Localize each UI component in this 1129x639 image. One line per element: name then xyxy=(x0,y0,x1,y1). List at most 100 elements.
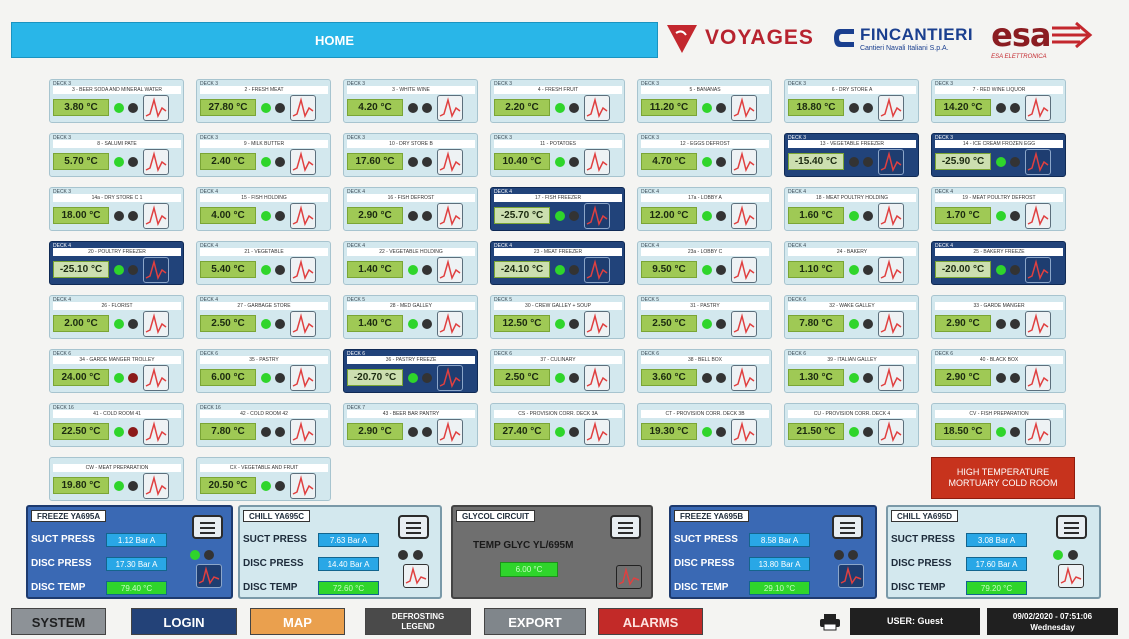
trend-chart-icon[interactable] xyxy=(143,473,169,499)
trend-chart-icon[interactable] xyxy=(731,203,757,229)
trend-chart-icon[interactable] xyxy=(1025,365,1051,391)
cold-room-tile[interactable]: DECK 6 40 - BLACK BOX 2.90 °C xyxy=(931,349,1066,393)
cold-room-tile[interactable]: DECK 4 18 - MEAT POULTRY HOLDING 1.60 °C xyxy=(784,187,919,231)
trend-chart-icon[interactable] xyxy=(1025,311,1051,337)
trend-chart-icon[interactable] xyxy=(290,473,316,499)
cold-room-tile[interactable]: DECK 6 36 - PASTRY FREEZE -20.70 °C xyxy=(343,349,478,393)
cold-room-tile[interactable]: DECK 16 42 - COLD ROOM 42 7.80 °C xyxy=(196,403,331,447)
trend-chart-icon[interactable] xyxy=(143,203,169,229)
cold-room-tile[interactable]: DECK 33 - WHITE WINE 4.20 °C xyxy=(343,79,478,123)
cold-room-tile[interactable]: DECK 6 32 - WAKE GALLEY 7.80 °C xyxy=(784,295,919,339)
cold-room-tile[interactable]: DECK 39 - MILK BUTTER 2.40 °C xyxy=(196,133,331,177)
trend-chart-icon[interactable] xyxy=(437,149,463,175)
trend-chart-icon[interactable] xyxy=(1025,149,1051,175)
printer-icon[interactable] xyxy=(819,613,841,631)
cold-room-tile[interactable]: CU - PROVISION CORR. DECK 4 21.50 °C xyxy=(784,403,919,447)
cold-room-tile[interactable]: DECK 5 28 - MED GALLEY 1.40 °C xyxy=(343,295,478,339)
trend-chart-icon[interactable] xyxy=(143,419,169,445)
cold-room-tile[interactable]: DECK 3 14a - DRY STORE C 1 18.00 °C xyxy=(49,187,184,231)
trend-chart-icon[interactable] xyxy=(731,311,757,337)
cold-room-tile[interactable]: DECK 32 - FRESH MEAT 27.80 °C xyxy=(196,79,331,123)
map-button[interactable]: MAP xyxy=(250,608,345,635)
home-button[interactable]: HOME xyxy=(11,22,658,58)
cold-room-tile[interactable]: DECK 36 - DRY STORE A 18.80 °C xyxy=(784,79,919,123)
cold-room-tile[interactable]: DECK 38 - SALUMI PATE 5.70 °C xyxy=(49,133,184,177)
trend-chart-icon[interactable] xyxy=(584,365,610,391)
menu-icon[interactable] xyxy=(610,515,641,539)
trend-chart-icon[interactable] xyxy=(731,149,757,175)
cold-room-tile[interactable]: DECK 16 41 - COLD ROOM 41 22.50 °C xyxy=(49,403,184,447)
trend-chart-icon[interactable] xyxy=(437,419,463,445)
cold-room-tile[interactable]: DECK 6 39 - ITALIAN GALLEY 1.30 °C xyxy=(784,349,919,393)
trend-chart-icon[interactable] xyxy=(838,564,864,588)
cold-room-tile[interactable]: DECK 6 35 - PASTRY 6.00 °C xyxy=(196,349,331,393)
cold-room-tile[interactable]: DECK 4 19 - MEAT POULTRY DEFROST 1.70 °C xyxy=(931,187,1066,231)
cold-room-tile[interactable]: DECK 4 16 - FISH DEFROST 2.90 °C xyxy=(343,187,478,231)
cold-room-tile[interactable]: DECK 3 12 - EGGS DEFROST 4.70 °C xyxy=(637,133,772,177)
trend-chart-icon[interactable] xyxy=(731,419,757,445)
cold-room-tile[interactable]: DECK 35 - BANANAS 11.20 °C xyxy=(637,79,772,123)
cold-room-tile[interactable]: CT - PROVISION CORR. DECK 3B 19.30 °C xyxy=(637,403,772,447)
trend-chart-icon[interactable] xyxy=(290,257,316,283)
trend-chart-icon[interactable] xyxy=(584,311,610,337)
cold-room-tile[interactable]: DECK 3 10 - DRY STORE B 17.60 °C xyxy=(343,133,478,177)
cold-room-tile[interactable]: DECK 4 23a - LOBBY C 9.50 °C xyxy=(637,241,772,285)
trend-chart-icon[interactable] xyxy=(143,311,169,337)
trend-chart-icon[interactable] xyxy=(143,95,169,121)
menu-icon[interactable] xyxy=(832,515,863,539)
trend-chart-icon[interactable] xyxy=(878,419,904,445)
trend-chart-icon[interactable] xyxy=(584,149,610,175)
cold-room-tile[interactable]: DECK 4 17 - FISH FREEZER -25.70 °C xyxy=(490,187,625,231)
trend-chart-icon[interactable] xyxy=(437,311,463,337)
cold-room-tile[interactable]: CX - VEGETABLE AND FRUIT 20.50 °C xyxy=(196,457,331,501)
trend-chart-icon[interactable] xyxy=(403,564,429,588)
trend-chart-icon[interactable] xyxy=(143,149,169,175)
trend-chart-icon[interactable] xyxy=(1058,564,1084,588)
menu-icon[interactable] xyxy=(192,515,223,539)
cold-room-tile[interactable]: DECK 4 25 - BAKERY FREEZE -20.00 °C xyxy=(931,241,1066,285)
menu-icon[interactable] xyxy=(398,515,429,539)
trend-chart-icon[interactable] xyxy=(878,149,904,175)
cold-room-tile[interactable]: DECK 4 24 - BAKERY 1.10 °C xyxy=(784,241,919,285)
cold-room-tile[interactable]: DECK 4 27 - GARBAGE STORE 2.50 °C xyxy=(196,295,331,339)
cold-room-tile[interactable]: DECK 4 15 - FISH HOLDING 4.00 °C xyxy=(196,187,331,231)
trend-chart-icon[interactable] xyxy=(290,149,316,175)
trend-chart-icon[interactable] xyxy=(616,565,642,589)
trend-chart-icon[interactable] xyxy=(437,365,463,391)
cold-room-tile[interactable]: DECK 3 11 - POTATOES 10.40 °C xyxy=(490,133,625,177)
cold-room-tile[interactable]: DECK 6 37 - CULINARY 2.50 °C xyxy=(490,349,625,393)
cold-room-tile[interactable]: DECK 4 26 - FLORIST 2.00 °C xyxy=(49,295,184,339)
cold-room-tile[interactable]: DECK 33 - BEER SODA AND MINERAL WATER 3.8… xyxy=(49,79,184,123)
trend-chart-icon[interactable] xyxy=(878,365,904,391)
trend-chart-icon[interactable] xyxy=(878,95,904,121)
trend-chart-icon[interactable] xyxy=(437,257,463,283)
alarms-button[interactable]: ALARMS xyxy=(598,608,703,635)
trend-chart-icon[interactable] xyxy=(437,95,463,121)
menu-icon[interactable] xyxy=(1056,515,1087,539)
cold-room-tile[interactable]: DECK 5 31 - PASTRY 2.50 °C xyxy=(637,295,772,339)
trend-chart-icon[interactable] xyxy=(584,95,610,121)
cold-room-tile[interactable]: 33 - GARDE MANGER 2.90 °C xyxy=(931,295,1066,339)
trend-chart-icon[interactable] xyxy=(1025,257,1051,283)
login-button[interactable]: LOGIN xyxy=(131,608,237,635)
trend-chart-icon[interactable] xyxy=(143,257,169,283)
cold-room-tile[interactable]: DECK 5 30 - CREW GALLEY + SOUP 12.50 °C xyxy=(490,295,625,339)
cold-room-tile[interactable]: DECK 37 - RED WINE LIQUOR 14.20 °C xyxy=(931,79,1066,123)
cold-room-tile[interactable]: DECK 6 38 - BELL BOX 3.60 °C xyxy=(637,349,772,393)
cold-room-tile[interactable]: DECK 4 21 - VEGETABLE 5.40 °C xyxy=(196,241,331,285)
cold-room-tile[interactable]: DECK 4 23 - MEAT FREEZER -24.10 °C xyxy=(490,241,625,285)
trend-chart-icon[interactable] xyxy=(878,257,904,283)
trend-chart-icon[interactable] xyxy=(290,365,316,391)
cold-room-tile[interactable]: CS - PROVISION CORR. DECK 3A 27.40 °C xyxy=(490,403,625,447)
defrosting-legend-button[interactable]: DEFROSTING LEGEND xyxy=(365,608,471,635)
trend-chart-icon[interactable] xyxy=(143,365,169,391)
trend-chart-icon[interactable] xyxy=(584,419,610,445)
trend-chart-icon[interactable] xyxy=(878,311,904,337)
trend-chart-icon[interactable] xyxy=(584,203,610,229)
trend-chart-icon[interactable] xyxy=(290,95,316,121)
trend-chart-icon[interactable] xyxy=(731,95,757,121)
trend-chart-icon[interactable] xyxy=(1025,203,1051,229)
cold-room-tile[interactable]: DECK 4 17a - LOBBY A 12.00 °C xyxy=(637,187,772,231)
cold-room-tile[interactable]: DECK 34 - FRESH FRUIT 2.20 °C xyxy=(490,79,625,123)
trend-chart-icon[interactable] xyxy=(290,419,316,445)
